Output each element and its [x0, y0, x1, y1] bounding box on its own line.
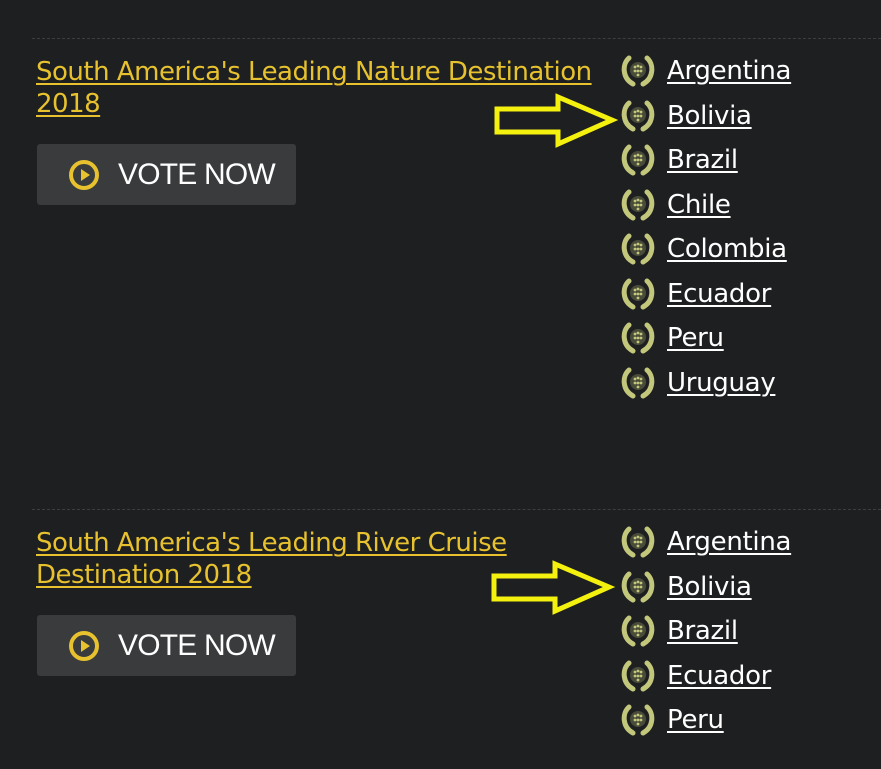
- laurel-wreath-icon: [620, 571, 656, 603]
- play-circle-icon: [68, 630, 100, 662]
- nominee-link-peru[interactable]: Peru: [667, 322, 724, 354]
- vote-now-label: VOTE NOW: [118, 629, 276, 662]
- award-section: South America's Leading Nature Destinati…: [32, 38, 881, 489]
- nominee-link-bolivia[interactable]: Bolivia: [667, 571, 752, 603]
- nominee-link-brazil[interactable]: Brazil: [667, 144, 738, 176]
- vote-now-label: VOTE NOW: [118, 158, 276, 191]
- nominee-link-chile[interactable]: Chile: [667, 189, 731, 221]
- nominee-link-brazil[interactable]: Brazil: [667, 615, 738, 647]
- laurel-wreath-icon: [620, 367, 656, 399]
- laurel-wreath-icon: [620, 278, 656, 310]
- vote-now-button[interactable]: VOTE NOW: [37, 615, 296, 676]
- laurel-wreath-icon: [620, 660, 656, 692]
- arrow-right-icon: [487, 558, 617, 618]
- nominee-link-argentina[interactable]: Argentina: [667, 526, 791, 558]
- laurel-wreath-icon: [620, 526, 656, 558]
- nominee-link-argentina[interactable]: Argentina: [667, 55, 791, 87]
- award-section: South America's Leading River Cruise Des…: [32, 509, 881, 769]
- nominee-link-uruguay[interactable]: Uruguay: [667, 367, 776, 399]
- laurel-wreath-icon: [620, 100, 656, 132]
- vote-now-button[interactable]: VOTE NOW: [37, 144, 296, 205]
- laurel-wreath-icon: [620, 144, 656, 176]
- laurel-wreath-icon: [620, 233, 656, 265]
- play-circle-icon: [68, 159, 100, 191]
- arrow-right-icon: [490, 91, 620, 151]
- laurel-wreath-icon: [620, 704, 656, 736]
- laurel-wreath-icon: [620, 189, 656, 221]
- nominee-link-peru[interactable]: Peru: [667, 704, 724, 736]
- nominee-link-ecuador[interactable]: Ecuador: [667, 278, 771, 310]
- laurel-wreath-icon: [620, 322, 656, 354]
- laurel-wreath-icon: [620, 55, 656, 87]
- nominee-link-colombia[interactable]: Colombia: [667, 233, 787, 265]
- nominee-link-bolivia[interactable]: Bolivia: [667, 100, 752, 132]
- nominee-link-ecuador[interactable]: Ecuador: [667, 660, 771, 692]
- laurel-wreath-icon: [620, 615, 656, 647]
